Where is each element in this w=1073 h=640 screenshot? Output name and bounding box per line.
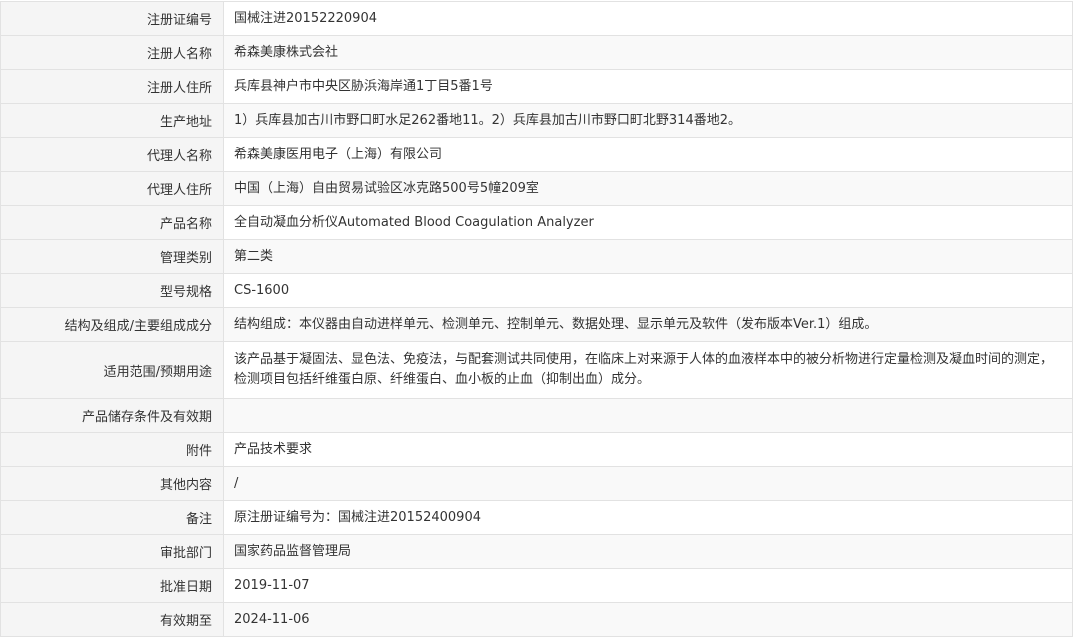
table-row-registration-number: 注册证编号 国械注进20152220904 (0, 2, 1073, 36)
row-label: 产品储存条件及有效期 (0, 399, 224, 432)
table-row-storage-validity: 产品储存条件及有效期 (0, 399, 1073, 433)
row-label: 管理类别 (0, 240, 224, 273)
row-value: 全自动凝血分析仪Automated Blood Coagulation Anal… (224, 206, 1073, 239)
row-label: 注册人住所 (0, 70, 224, 103)
row-label: 产品名称 (0, 206, 224, 239)
row-label: 适用范围/预期用途 (0, 342, 224, 398)
row-value: 中国（上海）自由贸易试验区冰克路500号5幢209室 (224, 172, 1073, 205)
table-row-management-category: 管理类别 第二类 (0, 240, 1073, 274)
row-label: 审批部门 (0, 535, 224, 568)
row-label: 型号规格 (0, 274, 224, 307)
row-value (224, 399, 1073, 432)
table-row-structure-composition: 结构及组成/主要组成成分 结构组成：本仪器由自动进样单元、检测单元、控制单元、数… (0, 308, 1073, 342)
row-label: 结构及组成/主要组成成分 (0, 308, 224, 341)
registration-detail-table: 注册证编号 国械注进20152220904 注册人名称 希森美康株式会社 注册人… (0, 1, 1073, 637)
row-value: 该产品基于凝固法、显色法、免疫法，与配套测试共同使用，在临床上对来源于人体的血液… (224, 342, 1073, 398)
row-label: 生产地址 (0, 104, 224, 137)
table-row-registrant-address: 注册人住所 兵库县神户市中央区胁浜海岸通1丁目5番1号 (0, 70, 1073, 104)
table-row-approval-date: 批准日期 2019-11-07 (0, 569, 1073, 603)
row-value: 国械注进20152220904 (224, 2, 1073, 35)
row-value: 希森美康医用电子（上海）有限公司 (224, 138, 1073, 171)
row-label: 代理人住所 (0, 172, 224, 205)
table-row-valid-until: 有效期至 2024-11-06 (0, 603, 1073, 637)
row-label: 代理人名称 (0, 138, 224, 171)
row-value: 1）兵库县加古川市野口町水足262番地11。2）兵库县加古川市野口町北野314番… (224, 104, 1073, 137)
table-row-intended-use: 适用范围/预期用途 该产品基于凝固法、显色法、免疫法，与配套测试共同使用，在临床… (0, 342, 1073, 399)
row-label: 备注 (0, 501, 224, 534)
row-value: 结构组成：本仪器由自动进样单元、检测单元、控制单元、数据处理、显示单元及软件（发… (224, 308, 1073, 341)
row-label: 附件 (0, 433, 224, 466)
table-row-model-spec: 型号规格 CS-1600 (0, 274, 1073, 308)
row-label: 批准日期 (0, 569, 224, 602)
table-row-registrant-name: 注册人名称 希森美康株式会社 (0, 36, 1073, 70)
row-value: 希森美康株式会社 (224, 36, 1073, 69)
row-value: 产品技术要求 (224, 433, 1073, 466)
table-row-remarks: 备注 原注册证编号为：国械注进20152400904 (0, 501, 1073, 535)
row-label: 注册人名称 (0, 36, 224, 69)
table-row-agent-name: 代理人名称 希森美康医用电子（上海）有限公司 (0, 138, 1073, 172)
row-value: 兵库县神户市中央区胁浜海岸通1丁目5番1号 (224, 70, 1073, 103)
table-row-approval-department: 审批部门 国家药品监督管理局 (0, 535, 1073, 569)
row-value: 2024-11-06 (224, 603, 1073, 636)
row-value: 第二类 (224, 240, 1073, 273)
row-value: 原注册证编号为：国械注进20152400904 (224, 501, 1073, 534)
row-label: 有效期至 (0, 603, 224, 636)
row-value: 2019-11-07 (224, 569, 1073, 602)
row-label: 其他内容 (0, 467, 224, 500)
table-row-other-content: 其他内容 / (0, 467, 1073, 501)
row-label: 注册证编号 (0, 2, 224, 35)
table-row-production-address: 生产地址 1）兵库县加古川市野口町水足262番地11。2）兵库县加古川市野口町北… (0, 104, 1073, 138)
table-row-agent-address: 代理人住所 中国（上海）自由贸易试验区冰克路500号5幢209室 (0, 172, 1073, 206)
row-value: / (224, 467, 1073, 500)
row-value: CS-1600 (224, 274, 1073, 307)
table-row-product-name: 产品名称 全自动凝血分析仪Automated Blood Coagulation… (0, 206, 1073, 240)
table-row-attachment: 附件 产品技术要求 (0, 433, 1073, 467)
row-value: 国家药品监督管理局 (224, 535, 1073, 568)
